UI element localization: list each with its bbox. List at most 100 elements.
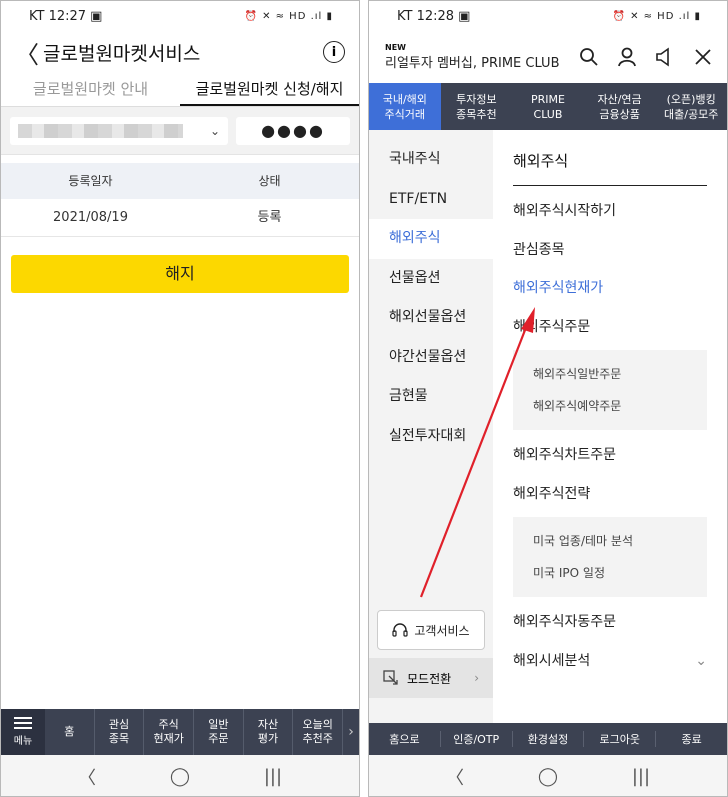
category-tabs: 국내/해외 주식거래 투자정보 종목추천 PRIME CLUB 자산/연금 금융… bbox=[369, 83, 727, 130]
side-item-etf[interactable]: ETF/ETN bbox=[369, 180, 493, 220]
system-back-icon[interactable]: 〈 bbox=[446, 764, 464, 790]
nav-home[interactable]: 홈 bbox=[45, 709, 95, 755]
menu-item-overseas-price[interactable]: 해외주식현재가 bbox=[513, 269, 707, 308]
footer-exit[interactable]: 종료 bbox=[656, 731, 727, 747]
side-item-contest[interactable]: 실전투자대회 bbox=[369, 417, 493, 457]
status-icons: ⏰ ✕ ≈ HD .ıl ▮ bbox=[244, 10, 333, 22]
system-recents-icon[interactable]: ||| bbox=[264, 766, 282, 787]
mode-switch-label: 모드전환 bbox=[407, 671, 452, 686]
header-icons bbox=[577, 45, 715, 69]
chevron-right-icon[interactable]: › bbox=[343, 709, 359, 755]
tab-invest-info[interactable]: 투자정보 종목추천 bbox=[441, 83, 513, 130]
submenu-strategy-group: 미국 업종/테마 분석 미국 IPO 일정 bbox=[513, 517, 707, 597]
mode-switch-button[interactable]: 모드전환 › bbox=[369, 658, 493, 698]
cancel-button[interactable]: 해지 bbox=[11, 255, 349, 293]
new-badge: NEW bbox=[385, 43, 406, 52]
app-header: NEW 리얼투자 멤버십, PRIME CLUB bbox=[369, 31, 727, 83]
tab-stock-trading[interactable]: 국내/해외 주식거래 bbox=[369, 83, 441, 130]
chevron-right-icon: › bbox=[474, 671, 479, 685]
menu-body: 국내주식 ETF/ETN 해외주식 선물옵션 해외선물옵션 야간선물옵션 금현물… bbox=[369, 130, 727, 752]
cell-status: 등록 bbox=[257, 210, 282, 225]
footer-home[interactable]: 홈으로 bbox=[369, 731, 441, 747]
footer-settings[interactable]: 환경설정 bbox=[513, 731, 585, 747]
side-item-futures[interactable]: 선물옵션 bbox=[369, 259, 493, 299]
tab-guide[interactable]: 글로벌원마켓 안내 bbox=[1, 73, 180, 106]
menu-label: 메뉴 bbox=[13, 736, 33, 747]
menu-item-market-analysis-label: 해외시세분석 bbox=[513, 652, 591, 669]
menu-item-start[interactable]: 해외주식시작하기 bbox=[513, 192, 707, 231]
menu-item-auto-order[interactable]: 해외주식자동주문 bbox=[513, 603, 707, 642]
menu-item-chart-order[interactable]: 해외주식차트주문 bbox=[513, 436, 707, 475]
side-item-night-futures[interactable]: 야간선물옵션 bbox=[369, 338, 493, 378]
footer-bar: 홈으로 인증/OTP 환경설정 로그아웃 종료 bbox=[369, 723, 727, 755]
tab-prime-club[interactable]: PRIME CLUB bbox=[512, 83, 584, 130]
submenu-panel: 해외주식 해외주식시작하기 관심종목 해외주식현재가 해외주식주문 해외주식일반… bbox=[493, 130, 727, 752]
brand: NEW 리얼투자 멤버십, PRIME CLUB bbox=[385, 43, 560, 71]
status-bar: KT 12:27 ▣ ⏰ ✕ ≈ HD .ıl ▮ bbox=[1, 1, 359, 31]
column-header-date: 등록일자 bbox=[68, 174, 113, 188]
right-screen: KT 12:28 ▣ ⏰ ✕ ≈ HD .ıl ▮ NEW 리얼투자 멤버십, … bbox=[368, 0, 728, 797]
side-item-overseas-futures[interactable]: 해외선물옵션 bbox=[369, 298, 493, 338]
hamburger-icon bbox=[14, 717, 32, 729]
service-tabs: 글로벌원마켓 안내 글로벌원마켓 신청/해지 bbox=[1, 73, 359, 107]
side-item-gold[interactable]: 금현물 bbox=[369, 377, 493, 417]
tab-assets-pension[interactable]: 자산/연금 금융상품 bbox=[584, 83, 656, 130]
bottom-nav: 메뉴 홈 관심 종목 주식 현재가 일반 주문 자산 평가 오늘의 추천주 › bbox=[1, 709, 359, 755]
nav-stock-price[interactable]: 주식 현재가 bbox=[144, 709, 195, 755]
masked-account-number bbox=[18, 123, 183, 138]
brand-name: 리얼투자 멤버십, PRIME CLUB bbox=[385, 56, 560, 71]
tab-banking[interactable]: (오픈)뱅킹 대출/공모주 bbox=[655, 83, 727, 130]
menu-item-general-order[interactable]: 해외주식일반주문 bbox=[533, 358, 707, 390]
close-icon[interactable] bbox=[691, 45, 715, 69]
user-icon[interactable] bbox=[615, 45, 639, 69]
cell-date: 2021/08/19 bbox=[53, 210, 128, 225]
system-home-icon[interactable]: ◯ bbox=[170, 766, 190, 787]
menu-button[interactable]: 메뉴 bbox=[1, 709, 45, 755]
table-header: 등록일자 상태 bbox=[1, 163, 359, 199]
side-menu: 국내주식 ETF/ETN 해외주식 선물옵션 해외선물옵션 야간선물옵션 금현물… bbox=[369, 130, 493, 752]
submenu-order-group: 해외주식일반주문 해외주식예약주문 bbox=[513, 350, 707, 430]
table-row: 2021/08/19 등록 bbox=[1, 199, 359, 237]
headset-icon bbox=[392, 623, 408, 637]
menu-item-overseas-order[interactable]: 해외주식주문 bbox=[513, 308, 707, 347]
column-header-status: 상태 bbox=[258, 174, 281, 188]
menu-item-watchlist[interactable]: 관심종목 bbox=[513, 231, 707, 270]
password-field[interactable]: ●●●● bbox=[236, 116, 350, 145]
status-time: KT 12:28 ▣ bbox=[397, 8, 471, 24]
footer-otp[interactable]: 인증/OTP bbox=[441, 731, 513, 747]
side-item-overseas[interactable]: 해외주식 bbox=[369, 219, 493, 259]
app-header: 〈 글로벌원마켓서비스 i bbox=[1, 31, 359, 73]
nav-assets[interactable]: 자산 평가 bbox=[244, 709, 294, 755]
system-nav: 〈 ◯ ||| bbox=[369, 755, 727, 796]
system-home-icon[interactable]: ◯ bbox=[538, 766, 558, 787]
menu-item-sector-analysis[interactable]: 미국 업종/테마 분석 bbox=[533, 525, 707, 557]
page-title: 글로벌원마켓서비스 bbox=[43, 42, 201, 65]
status-icons: ⏰ ✕ ≈ HD .ıl ▮ bbox=[612, 10, 701, 22]
left-screen: KT 12:27 ▣ ⏰ ✕ ≈ HD .ıl ▮ 〈 글로벌원마켓서비스 i … bbox=[0, 0, 360, 797]
tab-apply-cancel[interactable]: 글로벌원마켓 신청/해지 bbox=[180, 73, 359, 106]
nav-watchlist[interactable]: 관심 종목 bbox=[95, 709, 145, 755]
system-nav: 〈 ◯ ||| bbox=[1, 755, 359, 796]
submenu-title: 해외주식 bbox=[513, 130, 707, 186]
account-select[interactable]: ⌄ bbox=[10, 116, 228, 145]
account-row: ⌄ ●●●● bbox=[1, 107, 359, 155]
system-recents-icon[interactable]: ||| bbox=[632, 766, 650, 787]
footer-logout[interactable]: 로그아웃 bbox=[584, 731, 657, 747]
menu-item-strategy[interactable]: 해외주식전략 bbox=[513, 475, 707, 514]
nav-order[interactable]: 일반 주문 bbox=[194, 709, 244, 755]
menu-item-market-analysis[interactable]: 해외시세분석 ⌄ bbox=[513, 642, 707, 681]
status-time: KT 12:27 ▣ bbox=[29, 8, 103, 24]
nav-recommend[interactable]: 오늘의 추천주 bbox=[293, 709, 344, 755]
search-icon[interactable] bbox=[577, 45, 601, 69]
back-icon[interactable]: 〈 bbox=[15, 35, 39, 70]
menu-item-ipo-schedule[interactable]: 미국 IPO 일정 bbox=[533, 557, 707, 589]
side-item-domestic[interactable]: 국내주식 bbox=[369, 140, 493, 180]
speaker-icon[interactable] bbox=[653, 45, 677, 69]
mode-switch-icon bbox=[383, 670, 398, 685]
customer-service-button[interactable]: 고객서비스 bbox=[377, 610, 485, 650]
chevron-down-icon: ⌄ bbox=[209, 123, 220, 138]
customer-service-label: 고객서비스 bbox=[414, 623, 470, 638]
info-icon[interactable]: i bbox=[323, 41, 345, 63]
system-back-icon[interactable]: 〈 bbox=[78, 764, 96, 790]
menu-item-reserved-order[interactable]: 해외주식예약주문 bbox=[533, 390, 707, 422]
